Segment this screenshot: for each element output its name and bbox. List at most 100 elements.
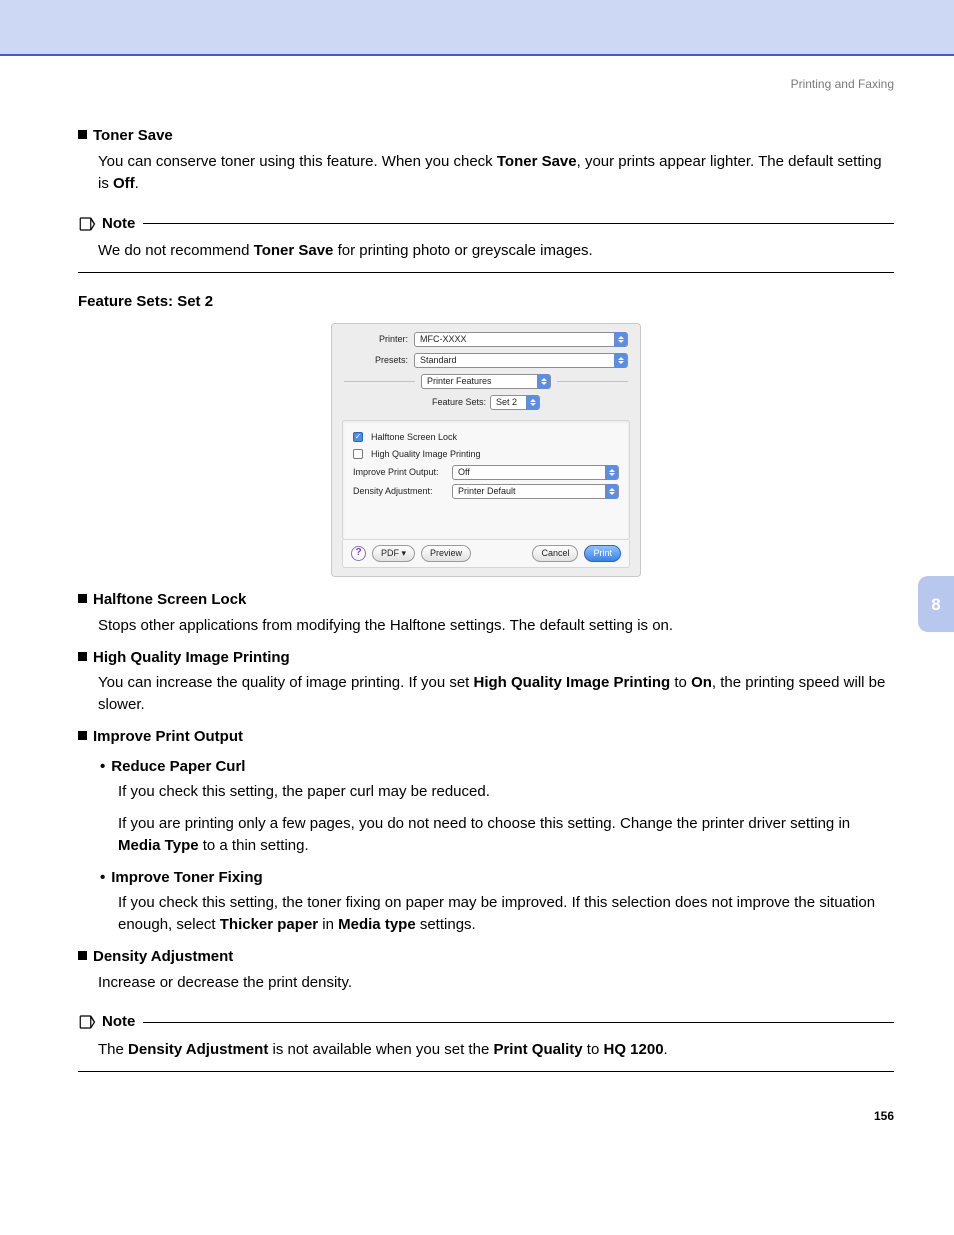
improve-heading: Improve Print Output <box>78 726 894 748</box>
text: . <box>664 1041 668 1058</box>
text-bold: Toner Save <box>254 242 334 259</box>
chapter-tab: 8 <box>918 576 954 632</box>
text: The <box>98 1041 128 1058</box>
text-bold: Thicker paper <box>220 916 318 933</box>
print-dialog: Printer: MFC-XXXX Presets: Standard Prin… <box>331 323 641 577</box>
density-label: Density Adjustment: <box>353 485 448 498</box>
dialog-row-printer: Printer: MFC-XXXX <box>332 324 640 350</box>
chapter-tab-number: 8 <box>931 595 940 614</box>
top-band <box>0 0 954 56</box>
fixing-heading: •Improve Toner Fixing <box>98 867 894 889</box>
text: You can conserve toner using this featur… <box>98 153 497 170</box>
text-bold: Print Quality <box>493 1041 582 1058</box>
pane-value: Printer Features <box>427 375 492 388</box>
dialog-row-pane: Printer Features <box>332 371 640 392</box>
square-bullet-icon <box>78 130 87 139</box>
reduce-curl-p1: If you check this setting, the paper cur… <box>118 781 894 803</box>
halftone-body: Stops other applications from modifying … <box>98 615 894 637</box>
presets-label: Presets: <box>344 354 414 367</box>
pane-select[interactable]: Printer Features <box>421 374 551 389</box>
dialog-row-feature-sets: Feature Sets: Set 2 <box>332 392 640 414</box>
note-rule <box>143 223 894 224</box>
halftone-checkbox-label: Halftone Screen Lock <box>371 431 457 444</box>
note-rule <box>143 1022 894 1023</box>
print-button[interactable]: Print <box>584 545 621 562</box>
note-block: Note The Density Adjustment is not avail… <box>78 1011 894 1072</box>
page-number: 156 <box>78 1108 894 1125</box>
improve-output-row: Improve Print Output: Off <box>353 463 619 482</box>
checkbox-icon <box>353 449 363 459</box>
note-icon <box>78 1013 96 1031</box>
note-label: Note <box>102 1011 135 1033</box>
halftone-checkbox-row[interactable]: ✓ Halftone Screen Lock <box>353 429 619 446</box>
stepper-arrows-icon <box>614 353 627 368</box>
text: to a thin setting. <box>199 837 309 854</box>
text: to <box>583 1041 604 1058</box>
square-bullet-icon <box>78 731 87 740</box>
note-underline <box>78 1071 894 1072</box>
dialog-row-presets: Presets: Standard <box>332 350 640 371</box>
toner-save-body: You can conserve toner using this featur… <box>98 151 894 195</box>
density-value: Printer Default <box>458 485 516 498</box>
text-bold: Density Adjustment <box>128 1041 268 1058</box>
hqimg-checkbox-row[interactable]: High Quality Image Printing <box>353 446 619 463</box>
note-block: Note We do not recommend Toner Save for … <box>78 213 894 274</box>
help-button[interactable]: ? <box>351 546 366 561</box>
toner-save-heading: Toner Save <box>78 125 894 147</box>
density-body: Increase or decrease the print density. <box>98 972 894 994</box>
square-bullet-icon <box>78 951 87 960</box>
text: is not available when you set the <box>268 1041 493 1058</box>
reduce-curl-title: Reduce Paper Curl <box>111 758 245 775</box>
reduce-curl-heading: •Reduce Paper Curl <box>98 756 894 778</box>
preview-button[interactable]: Preview <box>421 545 471 562</box>
improve-output-value: Off <box>458 466 470 479</box>
toner-save-title: Toner Save <box>93 127 173 144</box>
pdf-button[interactable]: PDF ▾ <box>372 545 415 562</box>
checkbox-checked-icon: ✓ <box>353 432 363 442</box>
note-icon <box>78 215 96 233</box>
text-bold: Media Type <box>118 837 199 854</box>
stepper-arrows-icon <box>605 484 618 499</box>
hq-body: You can increase the quality of image pr… <box>98 672 894 716</box>
printer-label: Printer: <box>344 333 414 346</box>
printer-select[interactable]: MFC-XXXX <box>414 332 628 347</box>
cancel-button[interactable]: Cancel <box>532 545 578 562</box>
improve-output-label: Improve Print Output: <box>353 466 448 479</box>
printer-value: MFC-XXXX <box>420 333 467 346</box>
text: If you are printing only a few pages, yo… <box>118 815 850 832</box>
improve-output-select[interactable]: Off <box>452 465 619 480</box>
feature-sets-value: Set 2 <box>496 396 517 409</box>
hq-heading: High Quality Image Printing <box>78 647 894 669</box>
text-bold: Toner Save <box>497 153 577 170</box>
presets-value: Standard <box>420 354 457 367</box>
square-bullet-icon <box>78 594 87 603</box>
dialog-inner-panel: ✓ Halftone Screen Lock High Quality Imag… <box>342 420 630 540</box>
density-heading: Density Adjustment <box>78 946 894 968</box>
page-header-section: Printing and Faxing <box>78 76 894 93</box>
text-bold: Off <box>113 175 135 192</box>
stepper-arrows-icon <box>605 465 618 480</box>
density-select[interactable]: Printer Default <box>452 484 619 499</box>
text: We do not recommend <box>98 242 254 259</box>
note-body: The Density Adjustment is not available … <box>98 1039 894 1061</box>
text: to <box>670 674 691 691</box>
stepper-arrows-icon <box>537 374 550 389</box>
text: settings. <box>416 916 476 933</box>
note-body: We do not recommend Toner Save for print… <box>98 240 894 262</box>
feature-sets-heading: Feature Sets: Set 2 <box>78 291 894 313</box>
text-bold: On <box>691 674 712 691</box>
square-bullet-icon <box>78 652 87 661</box>
feature-sets-label: Feature Sets: <box>432 396 486 409</box>
note-underline <box>78 272 894 273</box>
density-title: Density Adjustment <box>93 948 233 965</box>
text-bold: HQ 1200 <box>604 1041 664 1058</box>
improve-title: Improve Print Output <box>93 728 243 745</box>
density-row: Density Adjustment: Printer Default <box>353 482 619 501</box>
feature-sets-select[interactable]: Set 2 <box>490 395 540 410</box>
fixing-body: If you check this setting, the toner fix… <box>118 892 894 936</box>
text: You can increase the quality of image pr… <box>98 674 474 691</box>
presets-select[interactable]: Standard <box>414 353 628 368</box>
hqimg-checkbox-label: High Quality Image Printing <box>371 448 481 461</box>
text-bold: Media type <box>338 916 416 933</box>
dialog-screenshot-wrap: Printer: MFC-XXXX Presets: Standard Prin… <box>78 323 894 577</box>
